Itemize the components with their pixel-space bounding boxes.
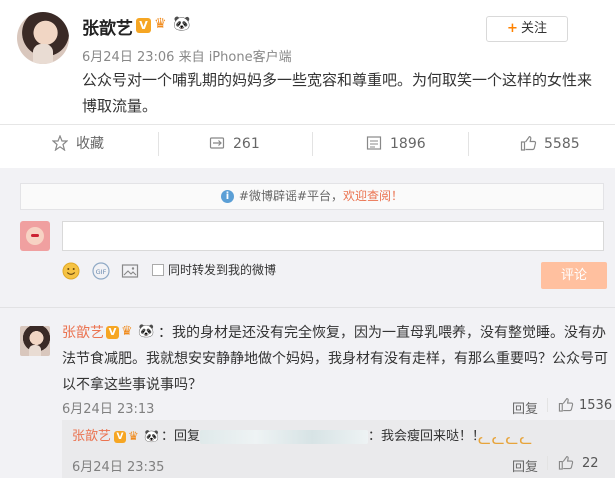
divider [0,124,615,125]
notice-link[interactable]: 欢迎查阅！ [343,189,403,203]
emoji-row: ᓚᓚᓚᓚ [478,430,533,448]
comment-icon [366,136,382,150]
image-icon[interactable] [121,262,139,280]
repost-checkbox-label[interactable]: 同时转发到我的微博 [168,261,276,278]
post-text: 公众号对一个哺乳期的妈妈多一些宽容和尊重吧。为何取笑一个这样的女性来博取流量。 [82,71,593,115]
comment-time[interactable]: 6月24日 23:13 [62,398,154,417]
divider [547,456,548,470]
reply-button[interactable]: 回复 [512,398,538,417]
commenter-name[interactable]: 张歆艺 [62,325,104,341]
gif-icon[interactable]: GIF [92,262,110,280]
smiley-icon[interactable] [62,262,80,280]
like-count: 5585 [544,136,580,152]
sub-comment-like-count: 22 [582,456,599,471]
like-icon[interactable] [558,455,574,470]
sub-reply-button[interactable]: 回复 [512,456,538,475]
crown-icon: ♛ [154,16,167,32]
vip-v-icon: V [136,18,151,33]
crown-icon: ♛ [128,429,139,443]
panda-icon: 🐼 [138,324,155,339]
redacted-username [200,429,369,444]
panda-icon: 🐼 [144,429,159,443]
panda-icon: 🐼 [173,16,191,32]
divider [158,132,159,156]
svg-text:GIF: GIF [96,268,107,276]
my-avatar[interactable] [20,221,50,251]
commenter-avatar[interactable] [20,326,50,356]
post-time[interactable]: 6月24日 23:06 [82,50,174,65]
divider [547,398,548,412]
post-source: 来自 iPhone客户端 [178,50,292,65]
plus-icon: + [507,21,518,36]
divider [0,307,615,308]
post-meta: 6月24日 23:06 来自 iPhone客户端 [82,46,292,65]
sub-commenter-name[interactable]: 张歆艺 [72,429,111,444]
sub-comment-time[interactable]: 6月24日 23:35 [72,456,164,475]
vip-v-icon: V [106,326,119,339]
vip-v-icon: V [114,431,126,443]
repost-icon [209,137,225,149]
emoji-icon: ᓚᓚᓚᓚ [478,430,534,448]
author-avatar[interactable] [17,12,69,64]
sub-comment-body: ：我会瘦回来哒！！ [368,429,486,444]
author-name[interactable]: 张歆艺 [82,14,133,39]
divider [468,132,469,156]
star-icon [52,135,68,151]
info-icon: i [220,190,234,203]
like-icon[interactable] [558,397,574,412]
comment-count: 1896 [390,136,426,152]
follow-button[interactable]: + 关注 [486,16,568,42]
notice-text: #微博辟谣#平台， [238,189,344,203]
crown-icon: ♛ [121,324,133,339]
divider [312,132,313,156]
like-icon [520,135,537,151]
follow-label: 关注 [520,21,547,36]
favorite-label: 收藏 [76,136,104,152]
submit-comment-button[interactable]: 评论 [541,262,607,289]
repost-count: 261 [233,136,260,152]
rumor-notice: i #微博辟谣#平台，欢迎查阅！ [20,183,604,210]
comment-like-count: 1536 [579,398,613,413]
repost-checkbox[interactable] [152,264,164,276]
sub-comment-prefix: ：回复 [161,429,201,444]
comment-input[interactable] [62,221,604,251]
